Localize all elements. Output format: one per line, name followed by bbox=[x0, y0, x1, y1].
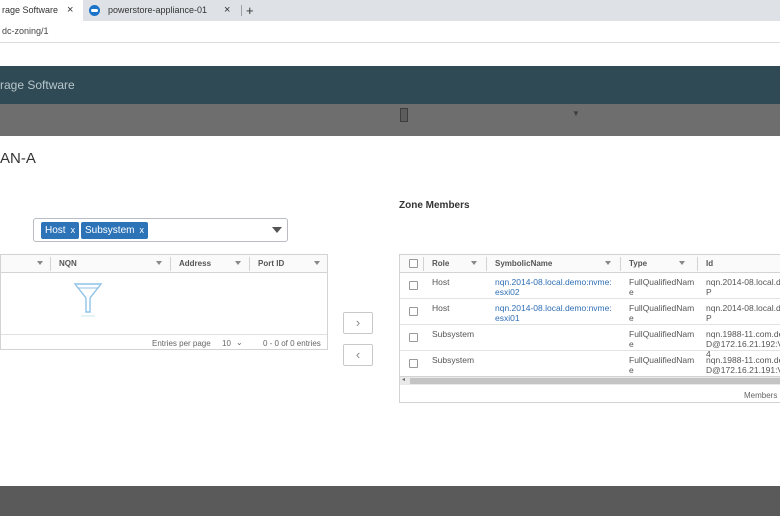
column-divider[interactable] bbox=[486, 257, 487, 271]
chevron-right-icon: › bbox=[355, 315, 361, 330]
filter-icon[interactable] bbox=[314, 261, 320, 265]
app-title: rage Software bbox=[0, 78, 75, 92]
horizontal-scrollbar[interactable]: ◂ bbox=[400, 376, 780, 385]
close-icon[interactable]: × bbox=[67, 0, 73, 21]
address-text[interactable]: dc-zoning/1 bbox=[2, 26, 49, 36]
type-cell: FullQualifiedName bbox=[629, 355, 695, 375]
table-row[interactable]: Subsystem FullQualifiedName nqn.1988-11.… bbox=[400, 351, 780, 385]
page-size-value: 10 bbox=[222, 339, 231, 348]
role-cell: Subsystem bbox=[432, 355, 475, 365]
filter-chip-subsystem: Subsystem x bbox=[81, 222, 148, 239]
type-cell: FullQualifiedName bbox=[629, 277, 695, 297]
filter-icon[interactable] bbox=[679, 261, 685, 265]
column-header-role[interactable]: Role bbox=[432, 255, 449, 273]
scroll-left-icon[interactable]: ◂ bbox=[402, 376, 405, 383]
add-member-button[interactable]: › bbox=[343, 312, 373, 334]
column-header-id[interactable]: Id bbox=[706, 255, 713, 273]
role-filter-combobox[interactable]: Host x Subsystem x bbox=[33, 218, 288, 242]
column-header-type[interactable]: Type bbox=[629, 255, 647, 273]
page-title: AN-A bbox=[0, 150, 36, 167]
symbolic-name-cell: nqn.2014-08.local.demo:nvme:esxi01 bbox=[495, 303, 612, 323]
browser-tab-powerstore[interactable]: powerstore-appliance-01 × bbox=[83, 0, 241, 21]
dell-logo-icon bbox=[89, 5, 100, 16]
entries-range: 0 - 0 of 0 entries bbox=[263, 339, 321, 348]
browser-tab-bar: rage Software × powerstore-appliance-01 … bbox=[0, 0, 780, 21]
grid-header: Role SymbolicName Type Id bbox=[400, 255, 780, 273]
chevron-down-icon: ⌄ bbox=[236, 338, 243, 347]
id-cell: nqn.2014-08.local.dP bbox=[706, 303, 780, 323]
column-divider[interactable] bbox=[249, 257, 250, 271]
chip-label: Subsystem bbox=[85, 225, 135, 236]
role-cell: Subsystem bbox=[432, 329, 475, 339]
scrollbar-thumb[interactable] bbox=[410, 378, 780, 384]
address-bar[interactable]: dc-zoning/1 bbox=[0, 21, 780, 43]
filter-icon[interactable] bbox=[235, 261, 241, 265]
column-divider[interactable] bbox=[620, 257, 621, 271]
remove-member-button[interactable]: ‹ bbox=[343, 344, 373, 366]
column-divider[interactable] bbox=[50, 257, 51, 271]
column-header-nqn[interactable]: NQN bbox=[59, 255, 77, 273]
empty-filter-funnel-icon bbox=[73, 283, 103, 317]
filter-icon[interactable] bbox=[605, 261, 611, 265]
row-checkbox[interactable] bbox=[409, 333, 418, 342]
row-checkbox[interactable] bbox=[409, 281, 418, 290]
row-checkbox[interactable] bbox=[409, 307, 418, 316]
filter-icon[interactable] bbox=[37, 261, 43, 265]
dropdown-caret-icon[interactable] bbox=[272, 227, 282, 233]
page-size-select[interactable]: 10 ⌄ bbox=[222, 338, 246, 348]
zone-members-grid: Role SymbolicName Type Id Host nqn.2014-… bbox=[399, 254, 780, 403]
grid-header: NQN Address Port ID bbox=[1, 255, 327, 273]
column-header-port-id[interactable]: Port ID bbox=[258, 255, 284, 273]
row-checkbox[interactable] bbox=[409, 359, 418, 368]
table-row[interactable]: Subsystem FullQualifiedName nqn.1988-11.… bbox=[400, 325, 780, 359]
table-row[interactable]: Host nqn.2014-08.local.demo:nvme:esxi01 … bbox=[400, 299, 780, 325]
role-cell: Host bbox=[432, 303, 450, 313]
subnav-selector[interactable] bbox=[400, 108, 408, 122]
grid-footer: Members p bbox=[400, 386, 780, 402]
grid-footer: Entries per page 10 ⌄ 0 - 0 of 0 entries bbox=[1, 334, 327, 350]
type-cell: FullQualifiedName bbox=[629, 303, 695, 323]
entries-per-page-label: Entries per page bbox=[152, 339, 211, 348]
remove-chip-icon[interactable]: x bbox=[139, 225, 144, 235]
role-cell: Host bbox=[432, 277, 450, 287]
chip-label: Host bbox=[45, 225, 66, 236]
column-divider[interactable] bbox=[697, 257, 698, 271]
filter-icon[interactable] bbox=[156, 261, 162, 265]
app-header: rage Software bbox=[0, 66, 780, 104]
filter-icon[interactable] bbox=[471, 261, 477, 265]
id-cell: nqn.2014-08.local.dP bbox=[706, 277, 780, 297]
sub-navigation-bar: ▼ bbox=[0, 104, 780, 136]
close-icon[interactable]: × bbox=[224, 0, 230, 21]
tab-divider bbox=[241, 5, 242, 16]
new-tab-button[interactable]: + bbox=[246, 0, 254, 21]
column-divider[interactable] bbox=[423, 257, 424, 271]
remove-chip-icon[interactable]: x bbox=[71, 225, 76, 235]
column-header-address[interactable]: Address bbox=[179, 255, 211, 273]
members-per-page-label: Members p bbox=[744, 391, 780, 400]
table-row[interactable]: Host nqn.2014-08.local.demo:nvme:esxi02 … bbox=[400, 273, 780, 299]
chevron-down-icon[interactable]: ▼ bbox=[572, 109, 580, 118]
select-all-checkbox[interactable] bbox=[409, 259, 418, 268]
browser-tab-storage[interactable]: rage Software × bbox=[0, 0, 83, 21]
type-cell: FullQualifiedName bbox=[629, 329, 695, 349]
filter-chip-host: Host x bbox=[41, 222, 80, 239]
symbolic-name-cell: nqn.2014-08.local.demo:nvme:esxi02 bbox=[495, 277, 612, 297]
chevron-left-icon: ‹ bbox=[355, 347, 361, 362]
available-members-grid: NQN Address Port ID Entries per page 10 … bbox=[0, 254, 328, 350]
tab-label: powerstore-appliance-01 bbox=[108, 5, 208, 15]
zone-members-title: Zone Members bbox=[399, 200, 470, 211]
bottom-bar bbox=[0, 486, 780, 516]
column-divider[interactable] bbox=[170, 257, 171, 271]
column-header-symbolic-name[interactable]: SymbolicName bbox=[495, 255, 552, 273]
tab-label: rage Software bbox=[2, 5, 59, 15]
grid-empty-area bbox=[1, 274, 327, 334]
